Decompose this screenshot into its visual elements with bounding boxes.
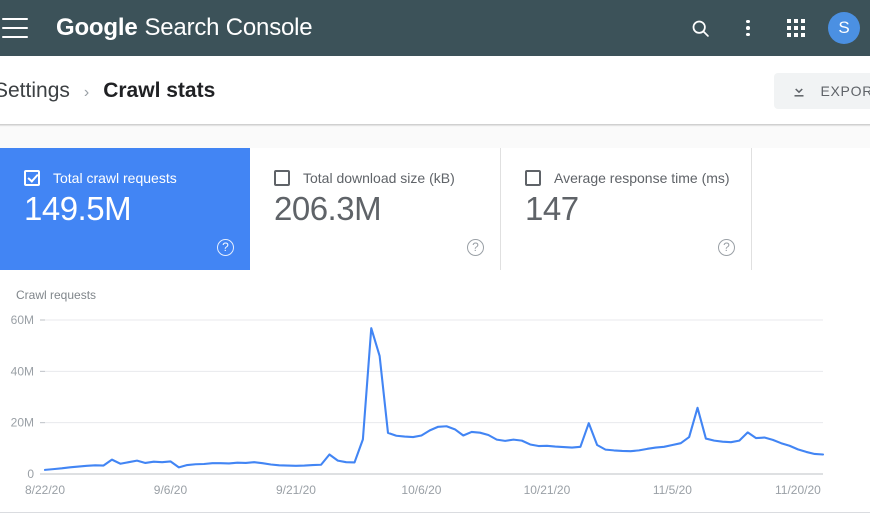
x-axis-tick-label: 9/21/20 <box>276 483 316 497</box>
breadcrumb: Settings › Crawl stats <box>0 79 215 103</box>
x-axis-tick-label: 10/6/20 <box>401 483 441 497</box>
x-axis-tick-label: 9/6/20 <box>154 483 188 497</box>
page-title: Crawl stats <box>103 79 215 103</box>
metric-label: Total download size (kB) <box>303 170 455 186</box>
x-axis-tick-label: 10/21/20 <box>524 483 571 497</box>
more-vertical-icon[interactable] <box>724 4 772 52</box>
hamburger-menu-icon[interactable] <box>2 18 28 38</box>
metric-checkbox[interactable] <box>274 170 290 186</box>
metric-value: 147 <box>525 190 731 228</box>
metric-value: 149.5M <box>24 190 230 228</box>
x-axis-tick-label: 8/22/20 <box>25 483 65 497</box>
metric-card-row: Total crawl requests 149.5M ? Total down… <box>0 148 870 270</box>
export-label: EXPORT <box>820 83 870 99</box>
metric-card-header: Total crawl requests <box>24 170 230 186</box>
metric-label: Average response time (ms) <box>554 170 730 186</box>
metric-checkbox[interactable] <box>525 170 541 186</box>
metric-card-total-download-size[interactable]: Total download size (kB) 206.3M ? <box>250 148 501 270</box>
breadcrumb-bar: Settings › Crawl stats EXPORT <box>0 56 870 125</box>
breadcrumb-item-settings[interactable]: Settings <box>0 79 70 103</box>
avatar-initial: S <box>838 18 849 38</box>
x-axis-tick-label: 11/5/20 <box>653 483 692 497</box>
help-circle-icon[interactable]: ? <box>718 239 735 256</box>
metric-value: 206.3M <box>274 190 480 228</box>
brand-title[interactable]: Google Search Console <box>56 14 312 42</box>
chart-canvas: 0 20M 40M 60M 8/22/20 9/6/20 9/21/20 10/6/20 10/… <box>0 270 870 512</box>
crawl-stats-page: Google Search Console S Settings <box>0 0 870 520</box>
help-circle-icon[interactable]: ? <box>217 239 234 256</box>
metric-card-header: Total download size (kB) <box>274 170 480 186</box>
metric-label: Total crawl requests <box>53 170 177 186</box>
app-bar: Google Search Console S <box>0 0 870 56</box>
avatar[interactable]: S <box>828 12 860 44</box>
download-icon <box>790 82 808 100</box>
metric-card-overflow <box>752 148 869 270</box>
x-axis-tick-label: 11/20/20 <box>775 483 821 497</box>
bottom-divider <box>0 512 870 513</box>
metric-card-header: Average response time (ms) <box>525 170 731 186</box>
export-button[interactable]: EXPORT <box>774 73 870 109</box>
chart-series-line <box>45 328 823 470</box>
metric-card-average-response-time[interactable]: Average response time (ms) 147 ? <box>501 148 752 270</box>
search-icon[interactable] <box>676 4 724 52</box>
chevron-right-icon: › <box>84 84 89 102</box>
sub-header-strip <box>0 127 870 148</box>
y-axis-tick-label: 20M <box>11 416 34 430</box>
y-axis-tick-label: 60M <box>11 313 34 327</box>
brand-google: Google <box>56 14 137 42</box>
metric-checkbox[interactable] <box>24 170 40 186</box>
brand-product: Search Console <box>144 14 312 42</box>
crawl-requests-chart: Crawl requests 020M40M60M8/22/209/6/209/… <box>0 270 870 512</box>
y-axis-tick-label: 40M <box>11 364 34 378</box>
metric-card-total-crawl-requests[interactable]: Total crawl requests 149.5M ? <box>0 148 250 270</box>
y-axis-tick-label: 0 <box>27 467 34 481</box>
help-circle-icon[interactable]: ? <box>467 239 484 256</box>
app-bar-actions: S <box>676 4 870 52</box>
apps-grid-icon[interactable] <box>772 4 820 52</box>
